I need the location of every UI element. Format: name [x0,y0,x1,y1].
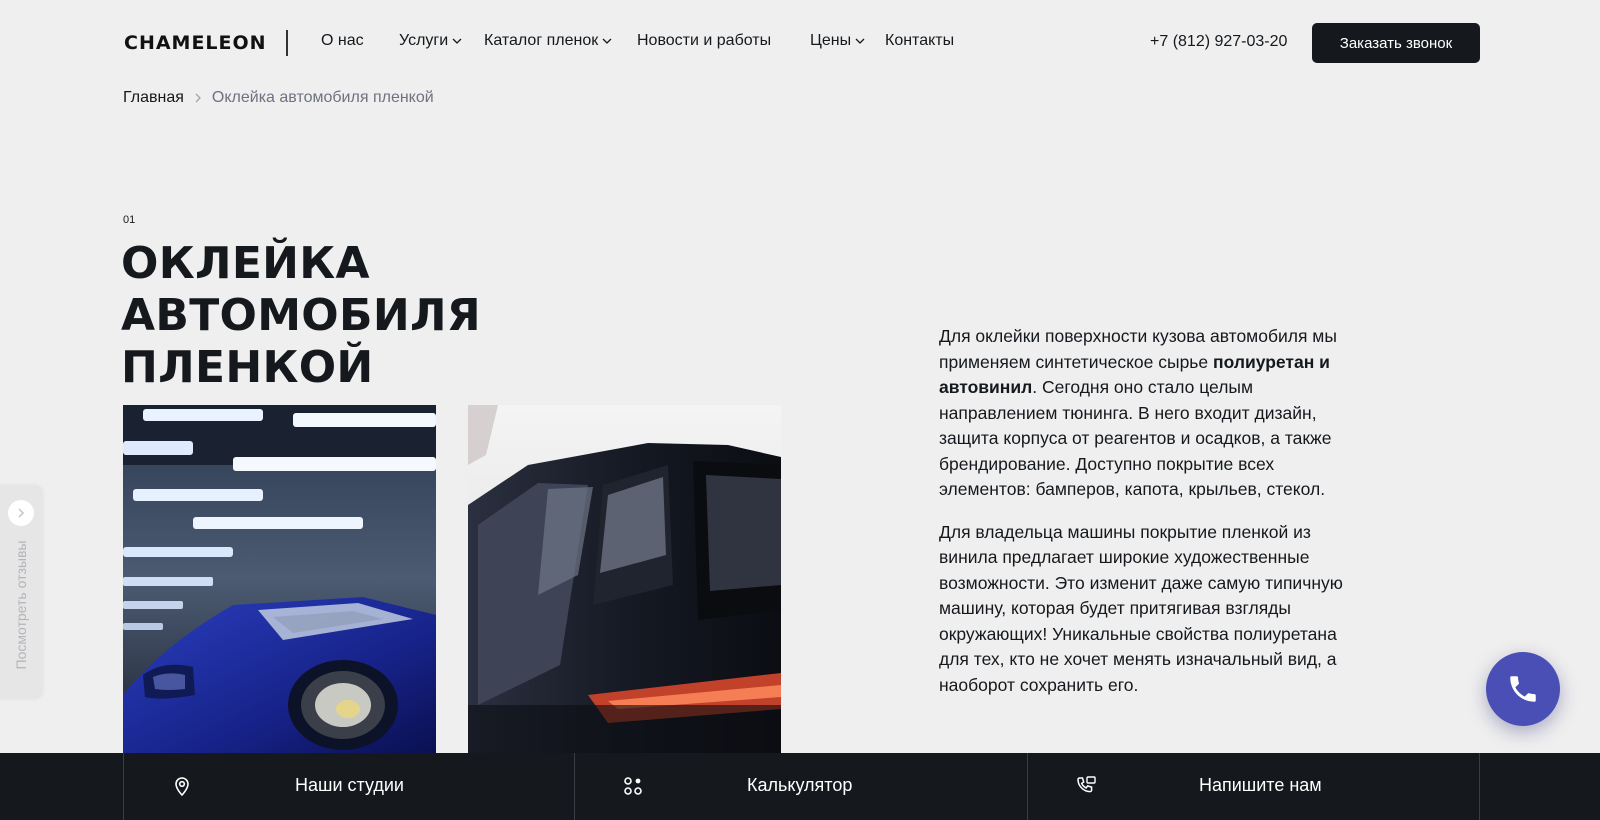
chevron-right-icon [195,93,201,103]
nav-label: Цены [810,32,852,49]
nav-item-catalog[interactable]: Каталог пленок [484,32,612,50]
chevron-down-icon [452,38,462,44]
nav-item-contacts[interactable]: Контакты [885,32,954,50]
chevron-down-icon [855,38,865,44]
nav-item-news[interactable]: Новости и работы [637,32,771,50]
nav-label: О нас [321,32,364,49]
breadcrumb: Главная Оклейка автомобиля пленкой [123,89,434,107]
car-photo-blue-image [123,405,436,755]
reviews-tab-arrow-button[interactable] [8,500,34,526]
description-paragraph-2: Для владельца машины покрытие пленкой из… [939,521,1343,695]
service-description: Для оклейки поверхности кузова автомобил… [939,324,1369,715]
header-phone-link[interactable]: +7 (812) 927-03-20 [1150,33,1287,51]
section-number: 01 [123,214,136,226]
nav-item-prices[interactable]: Цены [810,32,865,50]
nav-label: Контакты [885,32,955,49]
breadcrumb-home-link[interactable]: Главная [123,89,184,107]
page-title-line: ПЛЕНКОЙ [121,342,374,393]
bottom-bar-write-us[interactable]: Напишите нам [1028,753,1479,820]
car-photo-black-suv [468,405,781,755]
order-call-button[interactable]: Заказать звонок [1312,23,1480,63]
call-fab-button[interactable] [1486,652,1560,726]
bottom-bar-calculator[interactable]: Калькулятор [575,753,1027,820]
reviews-tab-label: Посмотреть отзывы [13,540,29,670]
bottom-action-bar: Наши студии Калькулятор Напишите нам [0,753,1600,820]
bottom-bar-label: Калькулятор [747,775,853,795]
site-header: CHAMELEON О нас Услуги Каталог пленок Но… [0,0,1600,86]
grid-dots-icon [624,777,642,795]
car-photo-black-suv-image [468,405,781,755]
nav-item-about[interactable]: О нас [321,32,364,50]
nav-item-services[interactable]: Услуги [399,32,462,50]
nav-label: Услуги [399,32,449,49]
bottom-bar-label: Наши студии [295,775,404,795]
bottom-bar-label: Напишите нам [1199,775,1322,795]
page-title: ОКЛЕЙКА АВТОМОБИЛЯ ПЛЕНКОЙ [121,238,741,394]
description-paragraph-1: Для оклейки поверхности кузова автомобил… [939,324,1369,503]
bottom-bar-divider [1479,753,1480,820]
map-pin-icon [175,777,189,797]
chevron-down-icon [602,38,612,44]
phone-message-icon [1077,776,1096,793]
nav-label: Новости и работы [637,32,772,49]
bottom-bar-studios[interactable]: Наши студии [124,753,574,820]
breadcrumb-current: Оклейка автомобиля пленкой [211,89,434,106]
site-logo[interactable]: CHAMELEON [124,32,267,54]
logo-divider [286,30,288,56]
phone-icon [1510,676,1536,702]
nav-label: Каталог пленок [484,32,599,49]
page-title-line: ОКЛЕЙКА АВТОМОБИЛЯ [121,238,481,341]
chevron-right-icon [18,508,25,518]
car-photo-blue [123,405,436,755]
